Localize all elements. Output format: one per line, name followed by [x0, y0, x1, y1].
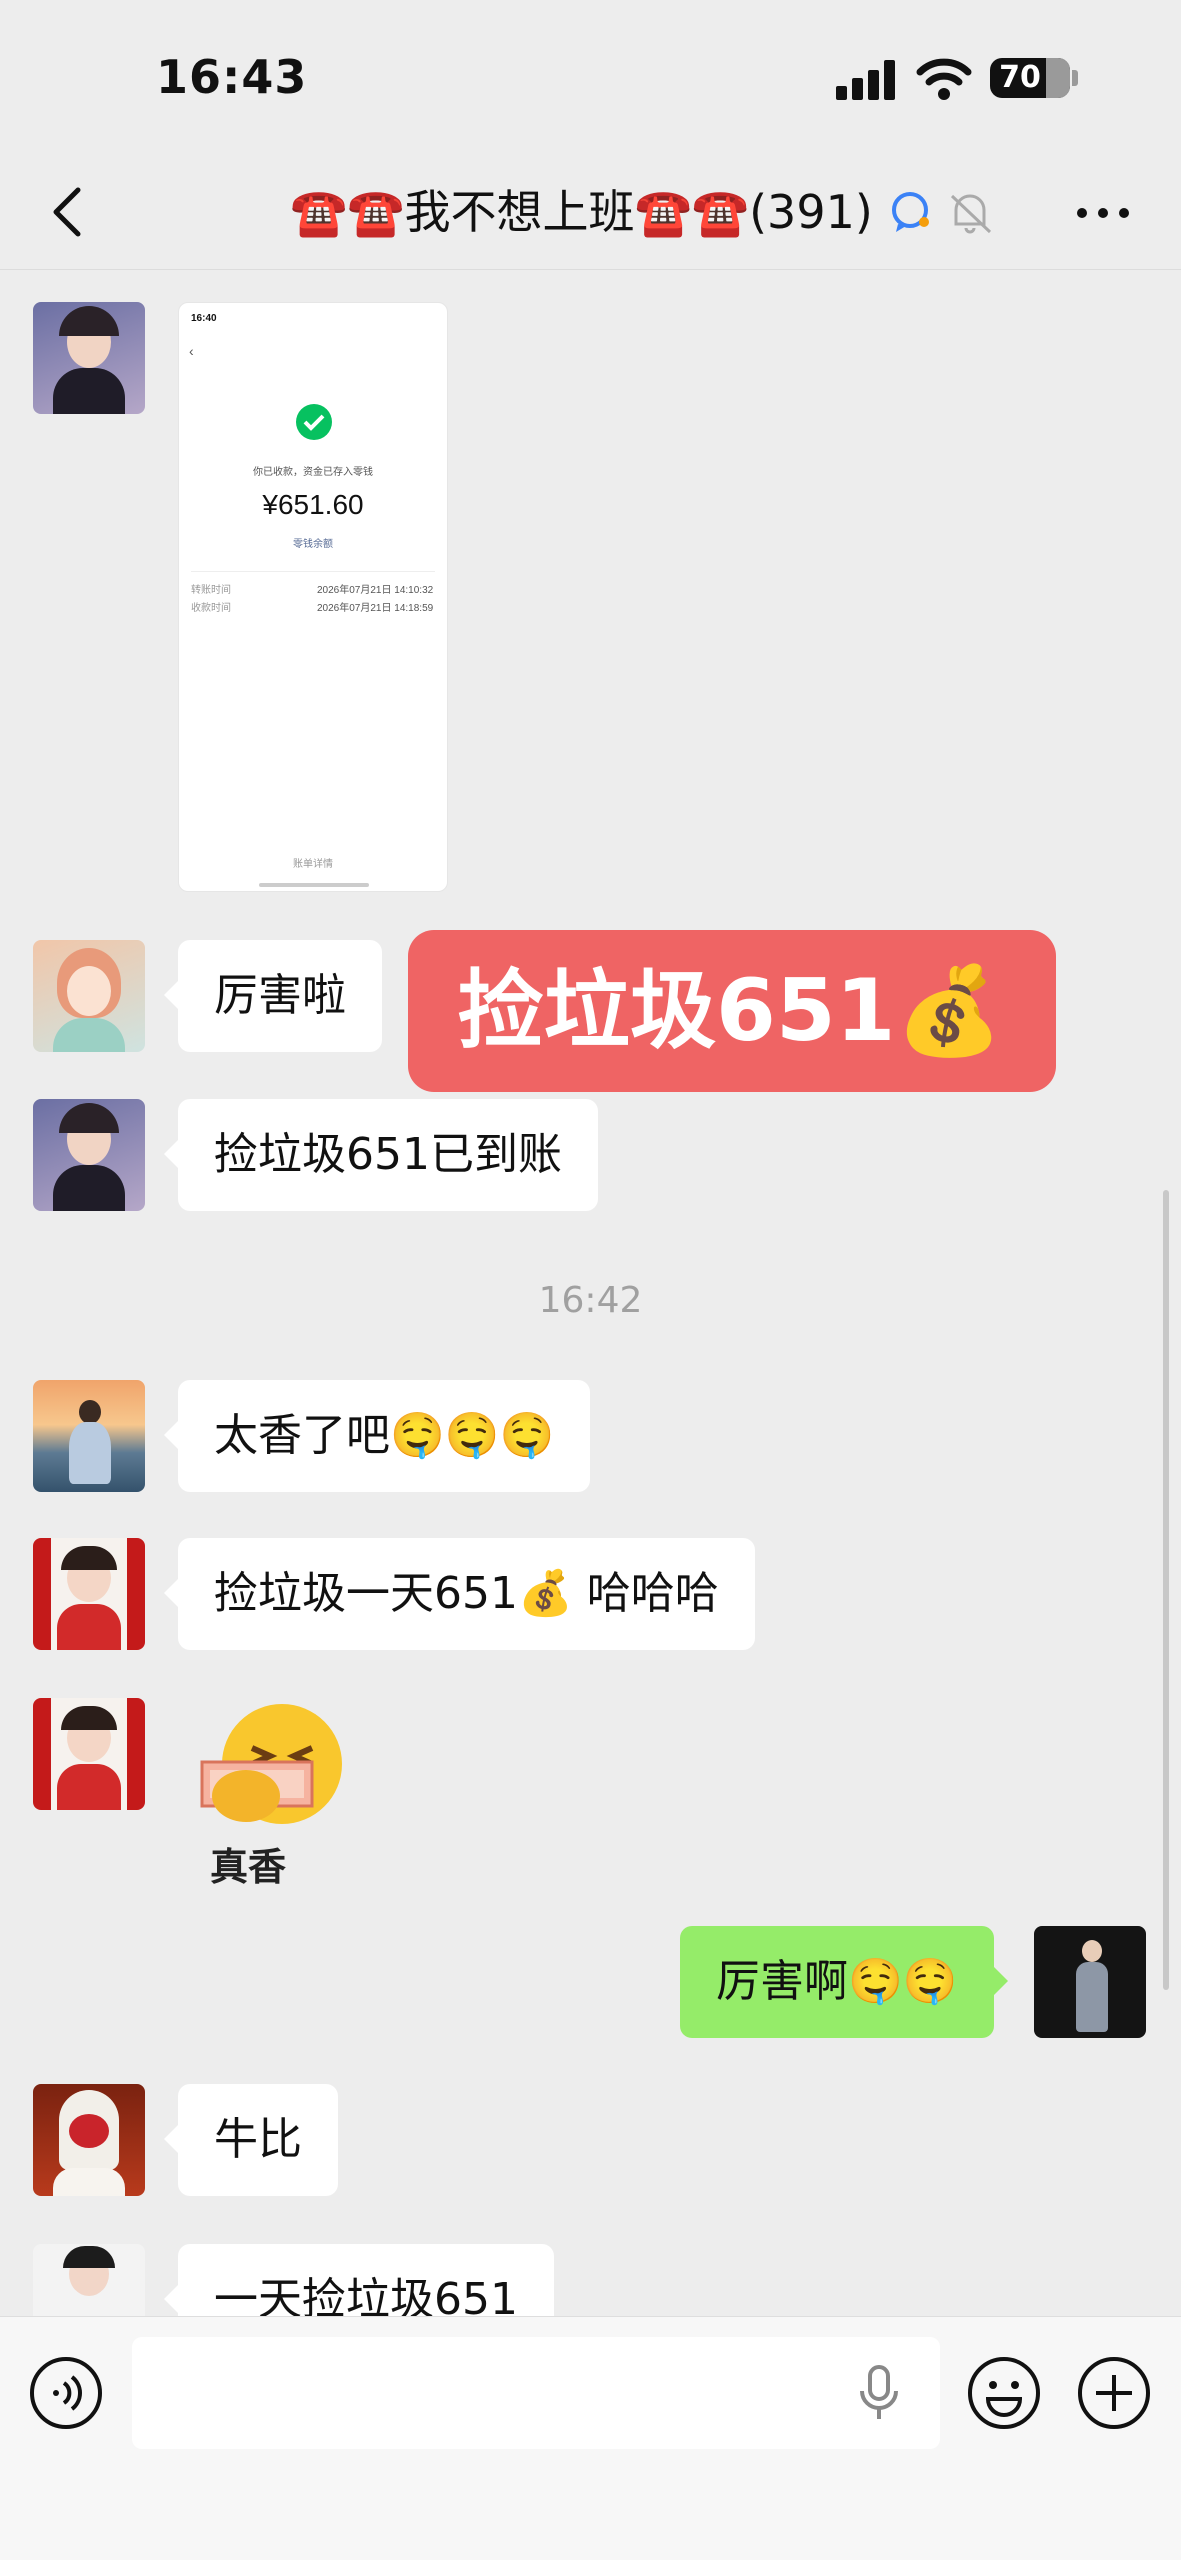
message-bubble[interactable]: 捡垃圾一天651💰 哈哈哈: [164, 1538, 755, 1650]
title-status-icons: [892, 192, 992, 234]
timestamp: 16:42: [538, 1280, 643, 1321]
chat-title: ☎️☎️我不想上班☎️☎️(391): [290, 185, 873, 239]
sticker-label: 真香: [210, 1845, 287, 1889]
message-input[interactable]: [132, 2337, 940, 2449]
avatar[interactable]: [33, 2084, 145, 2196]
laughing-face-icon: [200, 1704, 342, 1824]
battery-level: 70: [999, 60, 1041, 95]
avatar[interactable]: [33, 1538, 145, 1650]
plus-icon[interactable]: [1076, 2355, 1152, 2431]
message-bubble[interactable]: 捡垃圾651已到账: [164, 1099, 598, 1211]
avatar[interactable]: [33, 940, 145, 1052]
shot-row2-value: 2026年07月21日 14:18:59: [317, 603, 434, 614]
emoji-icon[interactable]: [966, 2355, 1042, 2431]
chat-bubble-icon: [892, 192, 929, 232]
battery-icon: 70: [990, 58, 1070, 98]
more-dots-icon[interactable]: [1070, 188, 1140, 238]
shot-amount: ¥651.60: [262, 489, 364, 520]
sticker-message[interactable]: 真香: [190, 1700, 350, 1890]
shot-row1-label: 转账时间: [191, 585, 231, 596]
bell-off-icon: [950, 194, 992, 234]
my-message-bubble[interactable]: 厉害啊🤤🤤: [680, 1926, 1008, 2038]
shot-back-icon: ‹: [189, 343, 194, 359]
message-bubble[interactable]: 一天捡垃圾651: [164, 2244, 554, 2316]
message-bubble[interactable]: 厉害啦: [164, 940, 382, 1052]
signal-icon: [836, 60, 898, 100]
my-avatar[interactable]: [1034, 1926, 1146, 2038]
avatar[interactable]: [33, 1380, 145, 1492]
shot-footer: 账单详情: [293, 859, 333, 870]
shot-notice: 你已收款，资金已存入零钱: [253, 467, 373, 478]
status-time: 16:43: [156, 50, 308, 104]
highlight-banner: 捡垃圾651💰: [408, 930, 1056, 1092]
wifi-icon: [916, 58, 972, 100]
voice-icon[interactable]: [28, 2355, 104, 2431]
avatar[interactable]: [33, 1698, 145, 1810]
message-bubble[interactable]: 牛比: [164, 2084, 338, 2196]
shot-time: 16:40: [191, 313, 217, 324]
avatar[interactable]: [33, 302, 145, 414]
battery-cap: [1072, 70, 1078, 86]
avatar[interactable]: [33, 2244, 145, 2316]
avatar[interactable]: [33, 1099, 145, 1211]
check-icon: [296, 404, 332, 440]
chevron-left-icon[interactable]: [40, 182, 100, 242]
shot-row2-label: 收款时间: [191, 603, 231, 614]
shot-link: 零钱余额: [293, 539, 333, 550]
chat-header: ☎️☎️我不想上班☎️☎️(391): [0, 160, 1181, 270]
mic-icon[interactable]: [852, 2363, 906, 2423]
partial-message-row: 一天捡垃圾651: [0, 2240, 1181, 2316]
scrollbar[interactable]: [1163, 1190, 1169, 1990]
payment-screenshot-image[interactable]: 16:40 ‹ 你已收款，资金已存入零钱 ¥651.60 零钱余额 转账时间 2…: [178, 302, 448, 892]
input-bar: [0, 2316, 1181, 2560]
status-bar: 16:43 70: [0, 0, 1181, 160]
shot-row1-value: 2026年07月21日 14:10:32: [317, 585, 434, 596]
message-bubble[interactable]: 太香了吧🤤🤤🤤: [163, 1380, 591, 1492]
